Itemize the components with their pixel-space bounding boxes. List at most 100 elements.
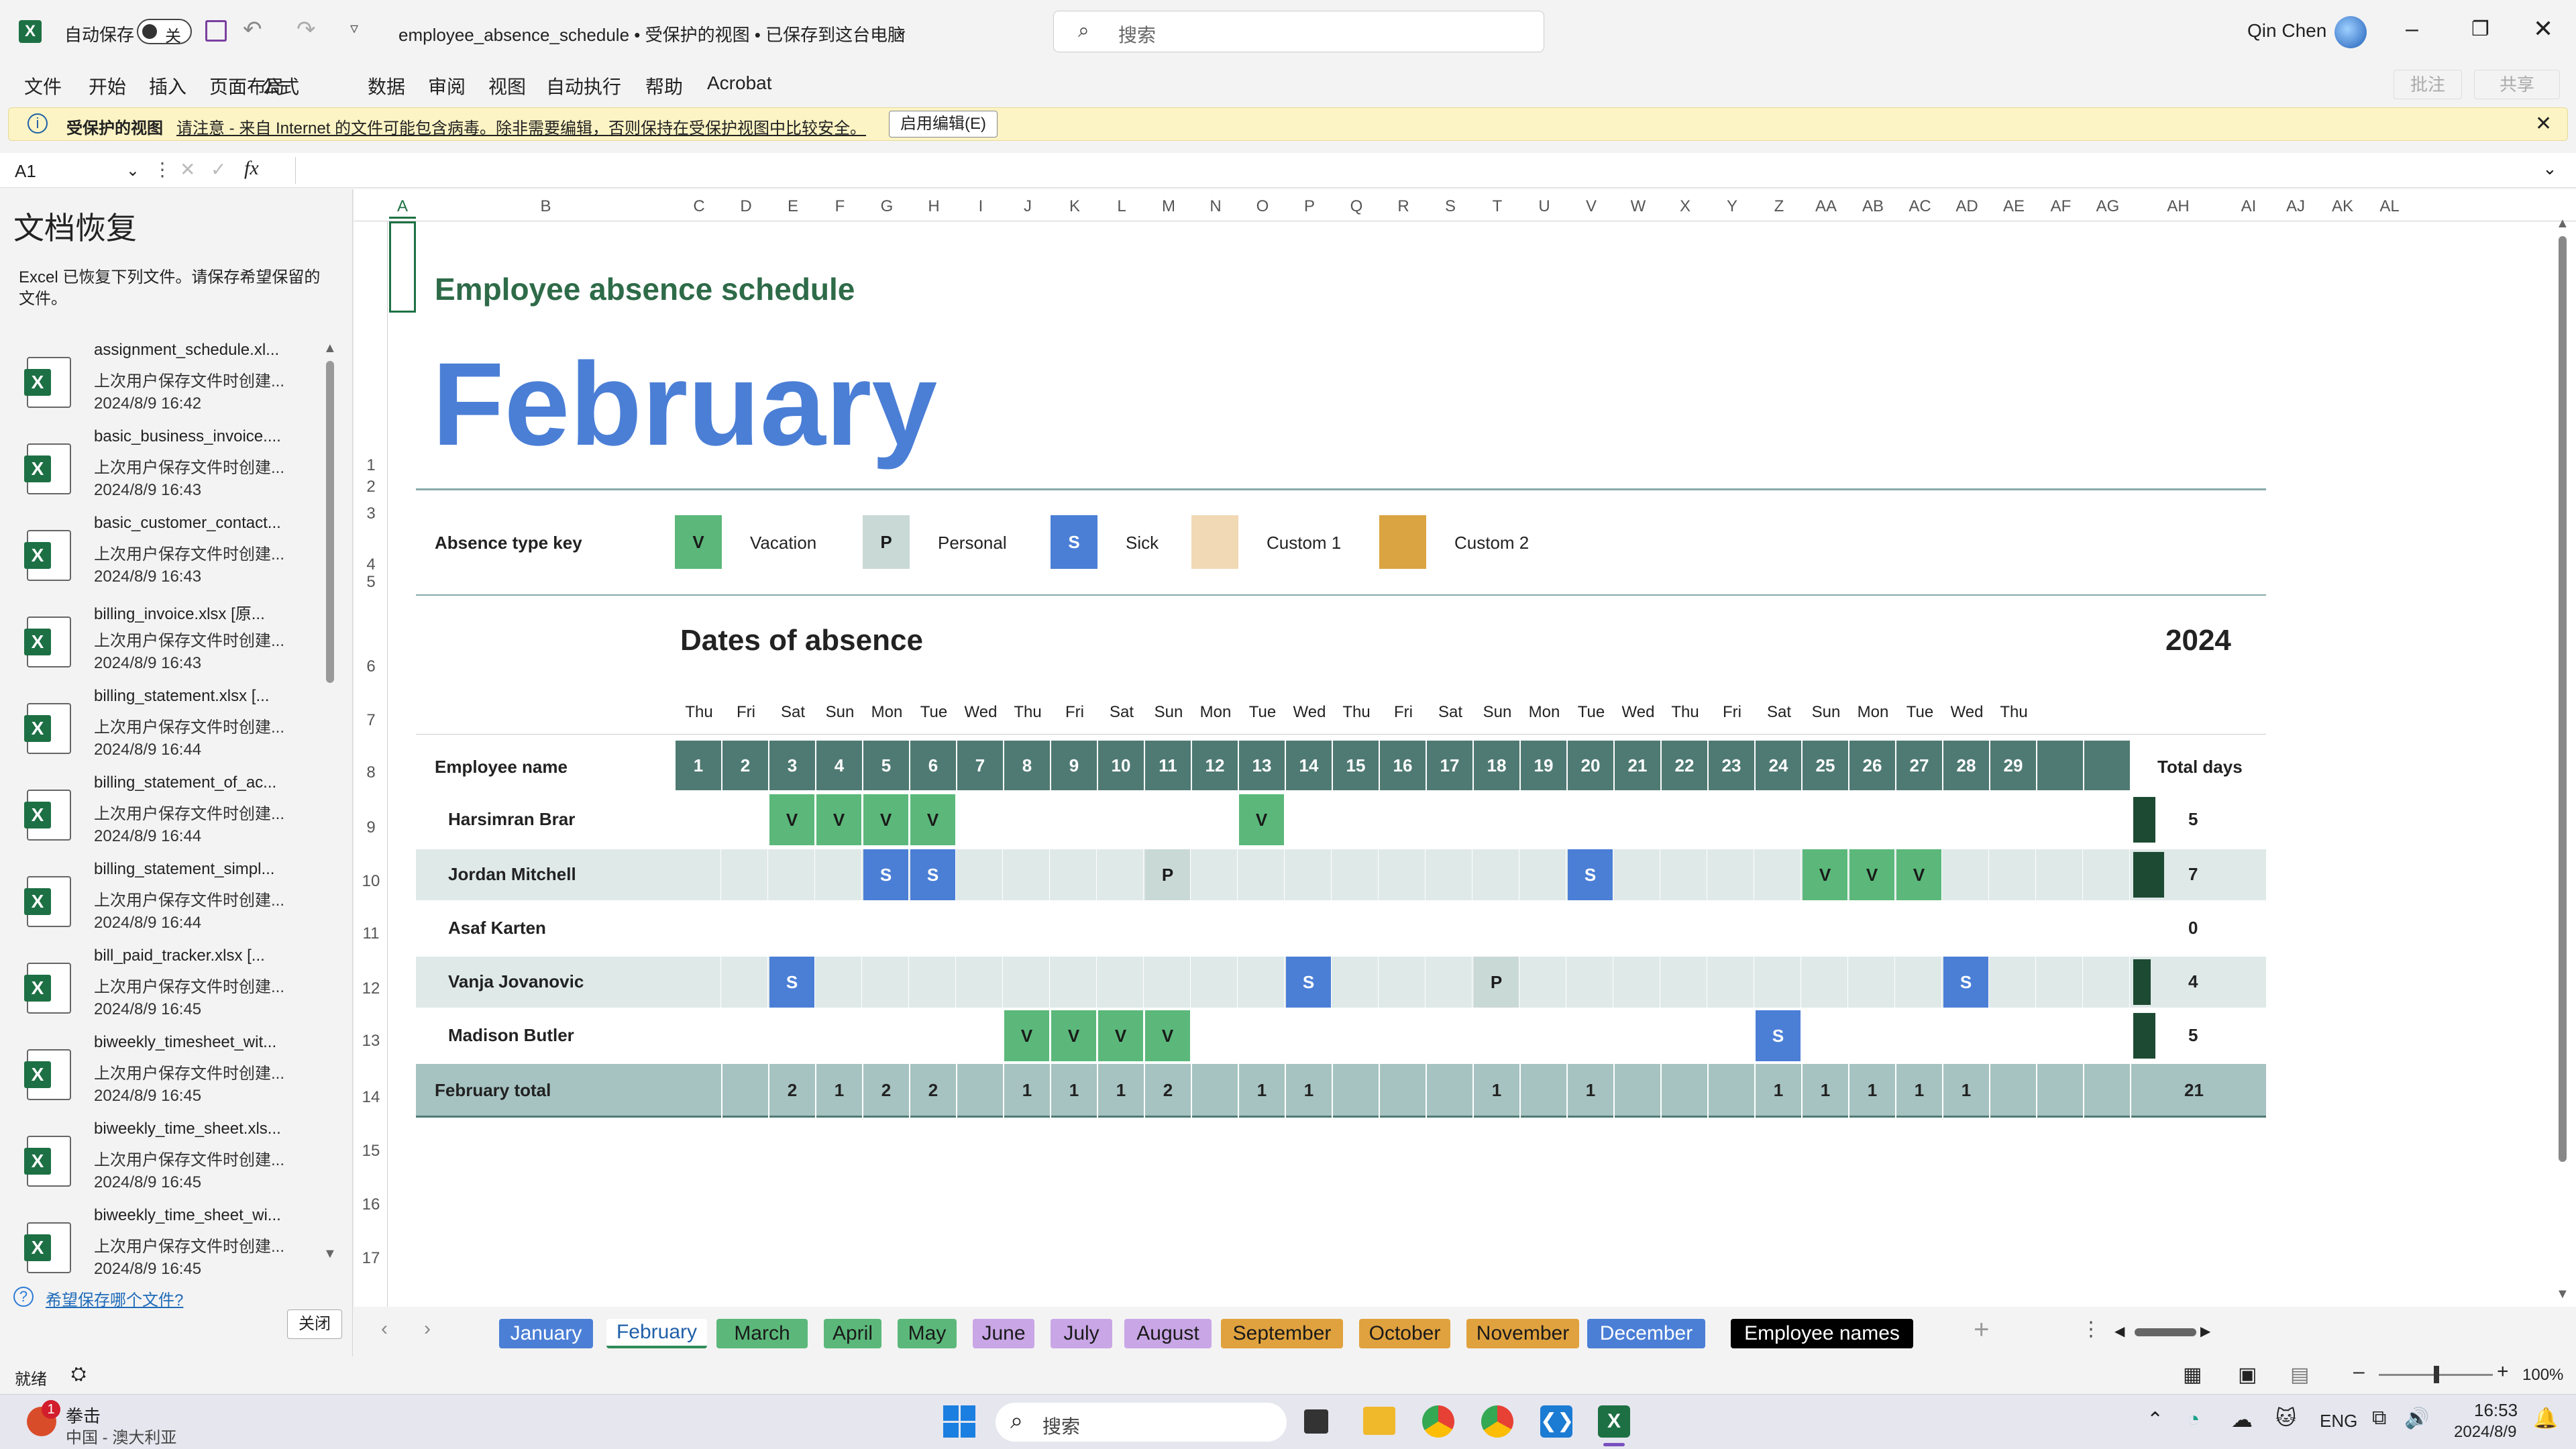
menu-item[interactable]: 自动执行	[546, 72, 621, 99]
absence-cell[interactable]	[1427, 794, 1472, 845]
absence-cell[interactable]	[863, 1010, 909, 1061]
sheet-tab[interactable]: April	[824, 1319, 881, 1348]
absence-cell[interactable]	[1662, 1010, 1707, 1061]
chrome-icon-1[interactable]	[1422, 1405, 1454, 1438]
absence-cell[interactable]	[1756, 903, 1801, 954]
absence-cell[interactable]	[1849, 957, 1895, 1008]
help-link[interactable]: 希望保存哪个文件?	[46, 1287, 183, 1310]
taskbar-search[interactable]: ⌕ 搜索	[996, 1403, 1287, 1442]
sheet-tab[interactable]: August	[1124, 1319, 1212, 1348]
recovery-item[interactable]: Xbiweekly_time_sheet.xls... 上次用户保存文件时创建..…	[0, 1120, 322, 1205]
zoom-slider[interactable]	[2379, 1366, 2493, 1383]
scroll-thumb[interactable]	[326, 361, 334, 683]
absence-cell[interactable]	[863, 957, 909, 1008]
network-icon[interactable]: ⧉	[2372, 1407, 2386, 1430]
absence-cell[interactable]	[2084, 794, 2130, 845]
absence-cell[interactable]: S	[910, 849, 956, 900]
absence-cell[interactable]	[1615, 1010, 1660, 1061]
chrome-icon-2[interactable]	[1481, 1405, 1513, 1438]
menu-item[interactable]: 视图	[488, 72, 526, 99]
absence-cell[interactable]	[1474, 849, 1519, 900]
absence-cell[interactable]	[1709, 1010, 1754, 1061]
menu-item[interactable]: 数据	[368, 72, 405, 99]
tabs-more-icon[interactable]: ⋮	[2081, 1318, 2101, 1341]
absence-cell[interactable]	[1380, 849, 1426, 900]
absence-cell[interactable]	[1239, 957, 1285, 1008]
absence-cell[interactable]	[1568, 794, 1613, 845]
absence-cell[interactable]	[1615, 849, 1660, 900]
zoom-slider-thumb[interactable]	[2434, 1366, 2439, 1383]
absence-cell[interactable]	[1615, 957, 1660, 1008]
accessibility-icon[interactable]: ⛭	[71, 1363, 86, 1385]
absence-cell[interactable]	[722, 903, 768, 954]
absence-cell[interactable]	[1380, 903, 1426, 954]
absence-cell[interactable]	[1051, 849, 1097, 900]
absence-cell[interactable]	[957, 903, 1003, 954]
enable-editing-button[interactable]: 启用编辑(E)	[889, 111, 998, 138]
absence-cell[interactable]	[1286, 849, 1332, 900]
close-window-icon[interactable]: ✕	[2533, 15, 2553, 43]
absence-cell[interactable]	[676, 1010, 721, 1061]
absence-cell[interactable]	[1896, 1010, 1942, 1061]
absence-cell[interactable]	[1943, 1010, 1989, 1061]
hscroll-left-icon[interactable]: ◀	[2114, 1323, 2125, 1340]
hscroll-thumb[interactable]	[2135, 1328, 2196, 1336]
absence-cell[interactable]	[1803, 1010, 1848, 1061]
absence-cell[interactable]	[1333, 849, 1379, 900]
absence-cell[interactable]	[1333, 903, 1379, 954]
absence-cell[interactable]	[1192, 1010, 1238, 1061]
language-indicator[interactable]: ENG	[2320, 1411, 2357, 1432]
document-title[interactable]: employee_absence_schedule • 受保护的视图 • 已保存…	[398, 21, 905, 46]
absence-cell[interactable]	[1662, 849, 1707, 900]
absence-cell[interactable]	[1145, 794, 1191, 845]
hscroll-right-icon[interactable]: ▶	[2200, 1323, 2210, 1340]
avatar[interactable]	[2334, 16, 2367, 48]
absence-cell[interactable]	[2037, 794, 2083, 845]
absence-cell[interactable]	[1709, 794, 1754, 845]
redo-icon[interactable]: ↷	[297, 16, 316, 43]
absence-cell[interactable]	[1286, 903, 1332, 954]
absence-cell[interactable]	[1333, 794, 1379, 845]
absence-cell[interactable]	[1662, 794, 1707, 845]
absence-cell[interactable]	[910, 1010, 956, 1061]
absence-cell[interactable]	[1943, 903, 1989, 954]
sheet-tab[interactable]: December	[1587, 1319, 1705, 1348]
absence-cell[interactable]: V	[1896, 849, 1942, 900]
absence-cell[interactable]	[1051, 794, 1097, 845]
absence-cell[interactable]	[722, 957, 768, 1008]
menu-item[interactable]: 公式	[262, 72, 299, 99]
absence-cell[interactable]	[1756, 957, 1801, 1008]
absence-cell[interactable]	[1521, 794, 1566, 845]
undo-icon[interactable]: ↶	[243, 16, 262, 43]
vscroll-down-icon[interactable]: ▼	[2556, 1287, 2569, 1302]
tab-prev-icon[interactable]: ‹	[381, 1318, 388, 1340]
sheet-tab[interactable]: July	[1051, 1319, 1112, 1348]
absence-cell[interactable]	[2084, 1010, 2130, 1061]
menu-item[interactable]: 插入	[149, 72, 186, 99]
absence-cell[interactable]: V	[1098, 1010, 1144, 1061]
absence-cell[interactable]	[1192, 849, 1238, 900]
recovery-item[interactable]: Xassignment_schedule.xl... 上次用户保存文件时创建...…	[0, 341, 322, 427]
recovery-item[interactable]: Xbasic_business_invoice.... 上次用户保存文件时创建..…	[0, 427, 322, 513]
absence-cell[interactable]	[769, 1010, 815, 1061]
absence-cell[interactable]	[1051, 903, 1097, 954]
page-break-view-icon[interactable]: ▤	[2290, 1363, 2309, 1387]
absence-cell[interactable]	[1568, 957, 1613, 1008]
absence-cell[interactable]	[1896, 903, 1942, 954]
task-view-icon[interactable]	[1304, 1409, 1328, 1434]
absence-cell[interactable]: V	[1803, 849, 1848, 900]
worksheet[interactable]: A B C D E F G H I J K L M N O P Q R S T U V W X Y Z AA AB AC AD AE AF AG…	[354, 189, 2576, 1307]
sheet-tab[interactable]: June	[973, 1319, 1034, 1348]
menu-item[interactable]: 审阅	[428, 72, 466, 99]
edge-tray-icon[interactable]: ◔	[2187, 1407, 2200, 1432]
close-recovery-button[interactable]: 关闭	[287, 1309, 342, 1339]
restore-icon[interactable]: ❐	[2471, 17, 2489, 41]
absence-cell[interactable]	[1427, 957, 1472, 1008]
recovery-item[interactable]: Xbilling_statement_simpl... 上次用户保存文件时创建..…	[0, 860, 322, 946]
sheet-tab[interactable]: March	[716, 1319, 808, 1348]
absence-cell[interactable]	[1239, 903, 1285, 954]
absence-cell[interactable]	[816, 903, 862, 954]
recovery-item[interactable]: Xbiweekly_time_sheet_wi... 上次用户保存文件时创建...…	[0, 1206, 322, 1280]
absence-cell[interactable]	[676, 903, 721, 954]
absence-cell[interactable]	[1662, 903, 1707, 954]
